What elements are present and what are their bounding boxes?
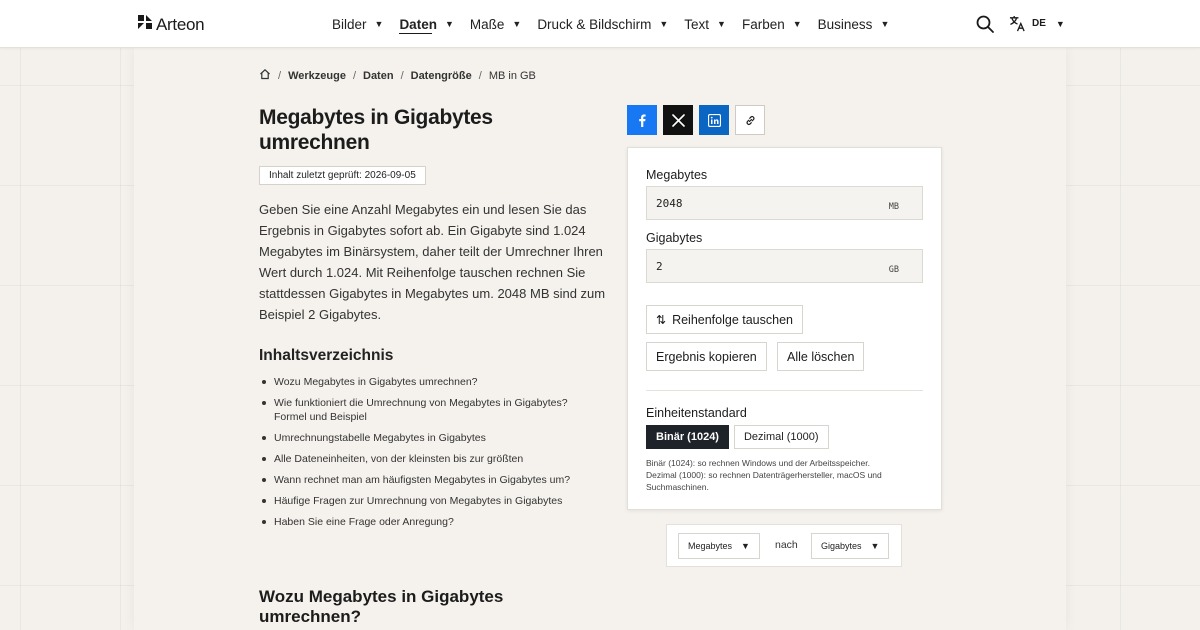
breadcrumb-werkzeuge[interactable]: Werkzeuge (288, 70, 346, 82)
unit-standard-toggle: Binär (1024) Dezimal (1000) (646, 425, 829, 449)
nav-item-business[interactable]: Business ▼ (818, 0, 890, 48)
clear-all-button[interactable]: Alle löschen (777, 342, 865, 371)
nav-item-masse[interactable]: Maße ▼ (470, 0, 521, 48)
swap-order-label: Reihenfolge tauschen (672, 312, 793, 327)
search-icon (976, 15, 994, 33)
swap-order-button[interactable]: ⇅ Reihenfolge tauschen (646, 305, 803, 334)
binary-option[interactable]: Binär (1024) (646, 425, 729, 449)
nav-item-daten[interactable]: Daten ▼ (399, 0, 454, 48)
megabytes-input[interactable]: 2048 MB (646, 186, 923, 220)
chevron-down-icon: ▼ (659, 19, 669, 29)
logo-link[interactable]: Arteon (137, 14, 205, 35)
swap-icon: ⇅ (656, 312, 667, 327)
toc-link[interactable]: Wann rechnet man am häufigsten Megabytes… (259, 473, 599, 487)
nav-label: Business (817, 16, 873, 32)
chevron-down-icon: ▼ (512, 19, 522, 29)
translate-icon (1009, 15, 1025, 32)
nav-item-farben[interactable]: Farben ▼ (742, 0, 802, 48)
section-heading: Wozu Megabytes in Gigabytes umrechnen? (259, 587, 504, 626)
nav-item-text[interactable]: Text ▼ (684, 0, 726, 48)
copy-result-button[interactable]: Ergebnis kopieren (646, 342, 767, 371)
breadcrumb-current: MB in GB (488, 69, 536, 82)
breadcrumb-daten[interactable]: Daten (363, 70, 394, 82)
megabytes-label: Megabytes (646, 168, 708, 182)
breadcrumb-separator: / (400, 69, 404, 82)
linkedin-icon (707, 113, 721, 127)
table-of-contents: Wozu Megabytes in Gigabytes umrechnen? W… (259, 375, 599, 536)
chevron-down-icon: ▼ (792, 19, 802, 29)
language-switcher[interactable]: DE ▼ (1009, 15, 1065, 32)
chevron-down-icon: ▼ (880, 19, 890, 29)
chevron-down-icon: ▼ (1055, 18, 1065, 29)
nav-label: Maße (469, 16, 505, 32)
unit-standard-label: Einheitenstandard (646, 406, 747, 420)
chevron-down-icon: ▼ (374, 19, 384, 29)
converter-panel: Megabytes 2048 MB Gigabytes 2 GB ⇅ Reihe… (627, 147, 942, 510)
breadcrumb-datengroesse[interactable]: Datengröße (411, 70, 472, 82)
megabytes-value: 2048 (656, 197, 683, 210)
gigabytes-unit: GB (888, 265, 899, 275)
toc-link[interactable]: Häufige Fragen zur Umrechnung von Megaby… (259, 494, 599, 508)
nav-label: Bilder (332, 16, 367, 32)
gigabytes-input[interactable]: 2 GB (646, 249, 923, 283)
decimal-option[interactable]: Dezimal (1000) (733, 425, 829, 449)
breadcrumb: / Werkzeuge / Daten / Datengröße / MB in… (259, 68, 536, 83)
nav-item-bilder[interactable]: Bilder ▼ (332, 0, 383, 48)
nav-label: Farben (741, 16, 785, 32)
nav-label: Druck & Bildschirm (537, 16, 652, 32)
toc-link[interactable]: Wie funktioniert die Umrechnung von Mega… (259, 396, 599, 424)
toc-title: Inhaltsverzeichnis (259, 347, 394, 364)
share-x-button[interactable] (663, 105, 693, 135)
search-button[interactable] (975, 14, 995, 34)
main-nav: Bilder ▼ Daten ▼ Maße ▼ Druck & Bildschi… (332, 0, 905, 48)
unit-standard-note: Binär (1024): so rechnen Windows und der… (646, 457, 931, 493)
chevron-down-icon: ▼ (717, 19, 726, 29)
nav-item-druck-bildschirm[interactable]: Druck & Bildschirm ▼ (537, 0, 668, 48)
link-icon (746, 115, 754, 125)
to-unit-select[interactable]: Gigabytes ▼ (811, 533, 890, 559)
note-binary: Binär (1024): so rechnen Windows und der… (646, 458, 870, 468)
facebook-icon (638, 114, 646, 127)
share-bar (627, 105, 765, 135)
chevron-down-icon: ▼ (870, 541, 880, 551)
nav-label: Daten (399, 16, 437, 32)
unit-selector-row: Megabytes ▼ nach Gigabytes ▼ (666, 524, 902, 567)
page-title: Megabytes in Gigabytes umrechnen (259, 106, 493, 154)
intro-text: Geben Sie eine Anzahl Megabytes ein und … (259, 202, 606, 322)
review-date-badge: Inhalt zuletzt geprüft: 2026-09-05 (259, 166, 426, 185)
x-icon (671, 113, 685, 127)
breadcrumb-separator: / (478, 69, 482, 82)
from-unit-select[interactable]: Megabytes ▼ (678, 533, 760, 559)
toc-link[interactable]: Umrechnungstabelle Megabytes in Gigabyte… (259, 431, 599, 445)
nav-label: Text (684, 16, 710, 32)
language-code: DE (1032, 18, 1046, 29)
megabytes-unit: MB (888, 202, 899, 212)
toc-link[interactable]: Alle Dateneinheiten, von der kleinsten b… (259, 452, 599, 466)
to-unit-value: Gigabytes (821, 541, 862, 551)
site-header: Arteon Bilder ▼ Daten ▼ Maße ▼ Druck & B… (0, 0, 1200, 48)
chevron-down-icon: ▼ (444, 19, 454, 29)
toc-link[interactable]: Wozu Megabytes in Gigabytes umrechnen? (259, 375, 599, 389)
copy-link-button[interactable] (735, 105, 765, 135)
from-unit-value: Megabytes (688, 541, 733, 551)
gigabytes-label: Gigabytes (646, 231, 703, 245)
share-facebook-button[interactable] (627, 105, 657, 135)
arteon-logo-icon (137, 14, 153, 35)
toc-link[interactable]: Haben Sie eine Frage oder Anregung? (259, 515, 599, 529)
home-icon (260, 68, 270, 80)
gigabytes-value: 2 (656, 260, 663, 273)
logo-text: Arteon (156, 14, 205, 34)
breadcrumb-home[interactable] (259, 68, 271, 83)
share-linkedin-button[interactable] (699, 105, 729, 135)
breadcrumb-separator: / (278, 69, 282, 82)
chevron-down-icon: ▼ (741, 541, 750, 551)
to-word: nach (775, 539, 798, 551)
divider (646, 390, 923, 391)
breadcrumb-separator: / (352, 69, 356, 82)
note-decimal: Dezimal (1000): so rechnen Datenträgerhe… (646, 470, 882, 492)
